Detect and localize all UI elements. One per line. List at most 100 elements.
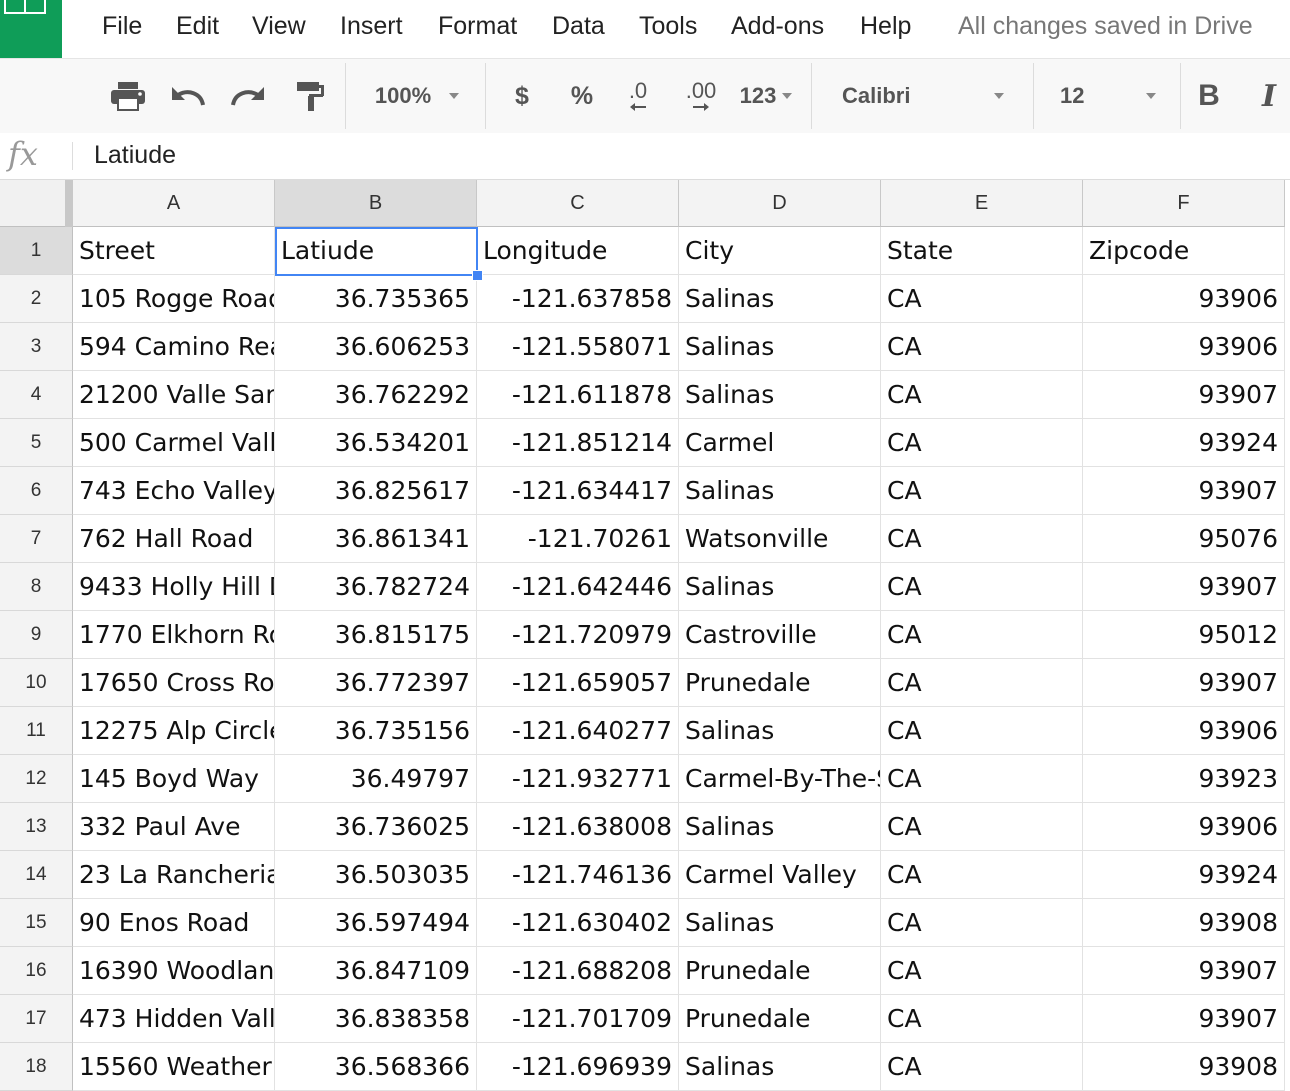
cell-c10[interactable]: -121.659057 (477, 659, 679, 707)
cell-c3[interactable]: -121.558071 (477, 323, 679, 371)
cell-c4[interactable]: -121.611878 (477, 371, 679, 419)
cell-e10[interactable]: CA (881, 659, 1083, 707)
menu-edit[interactable]: Edit (176, 12, 219, 41)
cell-e18[interactable]: CA (881, 1043, 1083, 1091)
print-icon[interactable] (106, 59, 150, 133)
cell-c6[interactable]: -121.634417 (477, 467, 679, 515)
more-formats-select[interactable]: 123 (734, 59, 798, 133)
row-header-13[interactable]: 13 (0, 803, 73, 851)
cell-f6[interactable]: 93907 (1083, 467, 1285, 515)
cell-a9[interactable]: 1770 Elkhorn Road (73, 611, 275, 659)
row-header-9[interactable]: 9 (0, 611, 73, 659)
cell-e11[interactable]: CA (881, 707, 1083, 755)
cell-e6[interactable]: CA (881, 467, 1083, 515)
paint-format-icon[interactable] (288, 59, 332, 133)
column-header-e[interactable]: E (881, 180, 1083, 227)
bold-button[interactable]: B (1192, 59, 1226, 133)
cell-a2[interactable]: 105 Rogge Road (73, 275, 275, 323)
column-header-d[interactable]: D (679, 180, 881, 227)
freeze-handle[interactable] (65, 180, 73, 227)
menu-file[interactable]: File (102, 12, 142, 41)
row-header-17[interactable]: 17 (0, 995, 73, 1043)
font-family-select[interactable]: Calibri (828, 59, 1018, 133)
cell-b10[interactable]: 36.772397 (275, 659, 477, 707)
cell-c9[interactable]: -121.720979 (477, 611, 679, 659)
cell-b8[interactable]: 36.782724 (275, 563, 477, 611)
row-header-1[interactable]: 1 (0, 227, 73, 275)
cell-b16[interactable]: 36.847109 (275, 947, 477, 995)
menu-view[interactable]: View (252, 12, 306, 41)
cell-a7[interactable]: 762 Hall Road (73, 515, 275, 563)
cell-f13[interactable]: 93906 (1083, 803, 1285, 851)
menu-data[interactable]: Data (552, 12, 605, 41)
cell-b2[interactable]: 36.735365 (275, 275, 477, 323)
cell-e5[interactable]: CA (881, 419, 1083, 467)
cell-a18[interactable]: 15560 Weather (73, 1043, 275, 1091)
row-header-3[interactable]: 3 (0, 323, 73, 371)
decrease-decimals-button[interactable]: .0 (616, 59, 660, 133)
italic-button[interactable]: I (1252, 59, 1286, 133)
cell-d9[interactable]: Castroville (679, 611, 881, 659)
cell-c5[interactable]: -121.851214 (477, 419, 679, 467)
cell-e4[interactable]: CA (881, 371, 1083, 419)
row-header-7[interactable]: 7 (0, 515, 73, 563)
cell-f5[interactable]: 93924 (1083, 419, 1285, 467)
cell-a10[interactable]: 17650 Cross Road (73, 659, 275, 707)
currency-format-button[interactable]: $ (504, 59, 540, 133)
row-header-6[interactable]: 6 (0, 467, 73, 515)
cell-b5[interactable]: 36.534201 (275, 419, 477, 467)
cell-b6[interactable]: 36.825617 (275, 467, 477, 515)
cell-f14[interactable]: 93924 (1083, 851, 1285, 899)
cell-b13[interactable]: 36.736025 (275, 803, 477, 851)
cell-d17[interactable]: Prunedale (679, 995, 881, 1043)
column-header-b[interactable]: B (275, 180, 477, 227)
cell-b3[interactable]: 36.606253 (275, 323, 477, 371)
cell-b1[interactable]: Latiude (275, 227, 477, 275)
cell-d8[interactable]: Salinas (679, 563, 881, 611)
redo-icon[interactable] (226, 59, 270, 133)
cell-e16[interactable]: CA (881, 947, 1083, 995)
cell-d4[interactable]: Salinas (679, 371, 881, 419)
cell-d3[interactable]: Salinas (679, 323, 881, 371)
cell-b12[interactable]: 36.49797 (275, 755, 477, 803)
cell-b18[interactable]: 36.568366 (275, 1043, 477, 1091)
row-header-14[interactable]: 14 (0, 851, 73, 899)
row-header-11[interactable]: 11 (0, 707, 73, 755)
column-header-f[interactable]: F (1083, 180, 1285, 227)
cell-c7[interactable]: -121.70261 (477, 515, 679, 563)
cell-b17[interactable]: 36.838358 (275, 995, 477, 1043)
menu-format[interactable]: Format (438, 12, 517, 41)
fill-handle[interactable] (472, 270, 483, 281)
cell-a8[interactable]: 9433 Holly Hill Dr (73, 563, 275, 611)
cell-d16[interactable]: Prunedale (679, 947, 881, 995)
row-header-18[interactable]: 18 (0, 1043, 73, 1091)
percent-format-button[interactable]: % (564, 59, 600, 133)
cell-e17[interactable]: CA (881, 995, 1083, 1043)
cell-f18[interactable]: 93908 (1083, 1043, 1285, 1091)
cell-b15[interactable]: 36.597494 (275, 899, 477, 947)
cell-d1[interactable]: City (679, 227, 881, 275)
cell-c8[interactable]: -121.642446 (477, 563, 679, 611)
cell-a6[interactable]: 743 Echo Valley (73, 467, 275, 515)
cell-e15[interactable]: CA (881, 899, 1083, 947)
cell-d12[interactable]: Carmel-By-The-Sea (679, 755, 881, 803)
row-header-5[interactable]: 5 (0, 419, 73, 467)
cell-d14[interactable]: Carmel Valley (679, 851, 881, 899)
cell-c12[interactable]: -121.932771 (477, 755, 679, 803)
cell-a1[interactable]: Street (73, 227, 275, 275)
cell-f1[interactable]: Zipcode (1083, 227, 1285, 275)
cell-c1[interactable]: Longitude (477, 227, 679, 275)
row-header-2[interactable]: 2 (0, 275, 73, 323)
cell-a4[interactable]: 21200 Valle San (73, 371, 275, 419)
cell-a12[interactable]: 145 Boyd Way (73, 755, 275, 803)
cell-c18[interactable]: -121.696939 (477, 1043, 679, 1091)
column-header-c[interactable]: C (477, 180, 679, 227)
cell-c15[interactable]: -121.630402 (477, 899, 679, 947)
cell-a5[interactable]: 500 Carmel Valley (73, 419, 275, 467)
cell-a16[interactable]: 16390 Woodland (73, 947, 275, 995)
cell-b11[interactable]: 36.735156 (275, 707, 477, 755)
cell-f7[interactable]: 95076 (1083, 515, 1285, 563)
column-header-a[interactable]: A (73, 180, 275, 227)
cell-e2[interactable]: CA (881, 275, 1083, 323)
undo-icon[interactable] (166, 59, 210, 133)
